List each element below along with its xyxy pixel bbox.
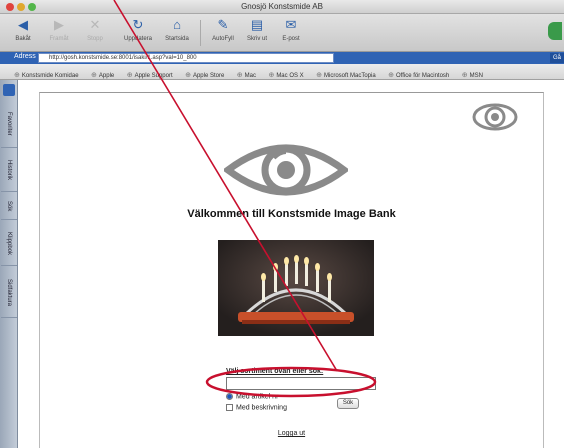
- favorite-link[interactable]: Apple Store: [185, 71, 224, 79]
- product-image: [218, 240, 374, 336]
- print-icon: ▤: [250, 17, 264, 32]
- print-button[interactable]: ▤ Skriv ut: [240, 17, 274, 49]
- search-input[interactable]: [226, 377, 376, 390]
- explorer-sidebar: Favoriter Historik Sök Klippbok Sidfaktu…: [0, 80, 18, 448]
- browser-toolbar: ◀ Bakåt ▶ Framåt ✕ Stopp ↻ Uppdatera ⌂ S…: [0, 14, 564, 52]
- favorite-link[interactable]: MSN: [462, 71, 483, 79]
- stop-button[interactable]: ✕ Stopp: [78, 17, 112, 49]
- sidebar-tab-favorites[interactable]: Favoriter: [1, 100, 17, 148]
- autofill-label: AutoFyll: [212, 36, 234, 42]
- address-label: Adress: [14, 53, 36, 60]
- home-button[interactable]: ⌂ Startsida: [160, 17, 194, 49]
- favorite-link[interactable]: Konstsmide Komidae: [14, 71, 79, 79]
- logout-link[interactable]: Logga ut: [19, 430, 564, 437]
- window-title: Gnosjö Konstsmide AB: [241, 2, 323, 11]
- sidebar-tab-scrapbook[interactable]: Klippbok: [1, 222, 17, 266]
- favorite-link[interactable]: Microsoft MacTopia: [316, 71, 376, 79]
- sidebar-tab-history[interactable]: Historik: [1, 150, 17, 192]
- favorite-link[interactable]: Office för Macintosh: [388, 71, 449, 79]
- toolbar-separator: [200, 20, 201, 46]
- search-prompt: Välj sortiment ovan eller sök:: [226, 368, 324, 375]
- mail-button[interactable]: ✉ E-post: [274, 17, 308, 49]
- mail-icon: ✉: [285, 17, 297, 32]
- sidebar-toggle-icon[interactable]: [3, 84, 15, 96]
- stop-label: Stopp: [87, 36, 103, 42]
- back-arrow-icon: ◀: [18, 17, 28, 32]
- forward-arrow-icon: ▶: [54, 17, 64, 32]
- forward-button[interactable]: ▶ Framåt: [42, 17, 76, 49]
- favorites-bar: Konstsmide Komidae Apple Apple Support A…: [0, 64, 564, 80]
- autofill-button[interactable]: ✎ AutoFyll: [206, 17, 240, 49]
- refresh-icon: ↻: [132, 17, 144, 32]
- mail-label: E-post: [282, 36, 300, 42]
- print-label: Skriv ut: [246, 36, 267, 42]
- sidebar-tab-page-holder[interactable]: Sidfaktura: [1, 268, 17, 318]
- back-label: Bakåt: [15, 36, 31, 42]
- description-label: Med beskrivning: [236, 404, 287, 412]
- favorite-link[interactable]: Mac OS X: [268, 71, 303, 79]
- small-eye-logo-icon: [472, 103, 518, 131]
- title-bar: Gnosjö Konstsmide AB: [0, 0, 564, 14]
- article-number-radio[interactable]: [226, 393, 233, 400]
- search-button[interactable]: Sök: [337, 398, 359, 409]
- description-checkbox[interactable]: [226, 404, 233, 411]
- favorite-link[interactable]: Apple Support: [127, 71, 173, 79]
- candle-bridge-illustration: [218, 240, 374, 336]
- refresh-button[interactable]: ↻ Uppdatera: [118, 17, 158, 49]
- forward-label: Framåt: [49, 36, 69, 42]
- page-content: Välkommen till Konstsmide Image Bank Väl…: [19, 80, 564, 448]
- back-button[interactable]: ◀ Bakåt: [6, 17, 40, 49]
- eye-logo-icon: [224, 144, 348, 196]
- address-bar: Adress http://gosh.konstsmide.se:8001/is…: [0, 52, 564, 64]
- favorite-link[interactable]: Apple: [91, 71, 114, 79]
- refresh-label: Uppdatera: [123, 36, 153, 42]
- stop-icon: ✕: [89, 17, 101, 32]
- home-icon: ⌂: [173, 17, 181, 32]
- go-button[interactable]: Gå: [550, 53, 564, 63]
- article-number-label: Med artikel nr: [236, 393, 279, 401]
- explorer-logo-icon: [548, 22, 562, 40]
- favorite-link[interactable]: Mac: [237, 71, 256, 79]
- autofill-icon: ✎: [217, 17, 229, 32]
- description-option[interactable]: Med beskrivning: [226, 404, 287, 411]
- home-label: Startsida: [165, 36, 189, 42]
- url-field[interactable]: http://gosh.konstsmide.se:8001/isaki/1.a…: [38, 53, 334, 63]
- article-number-option[interactable]: Med artikel nr: [226, 393, 278, 400]
- sidebar-tab-search[interactable]: Sök: [1, 194, 17, 220]
- welcome-heading: Välkommen till Konstsmide Image Bank: [187, 208, 396, 220]
